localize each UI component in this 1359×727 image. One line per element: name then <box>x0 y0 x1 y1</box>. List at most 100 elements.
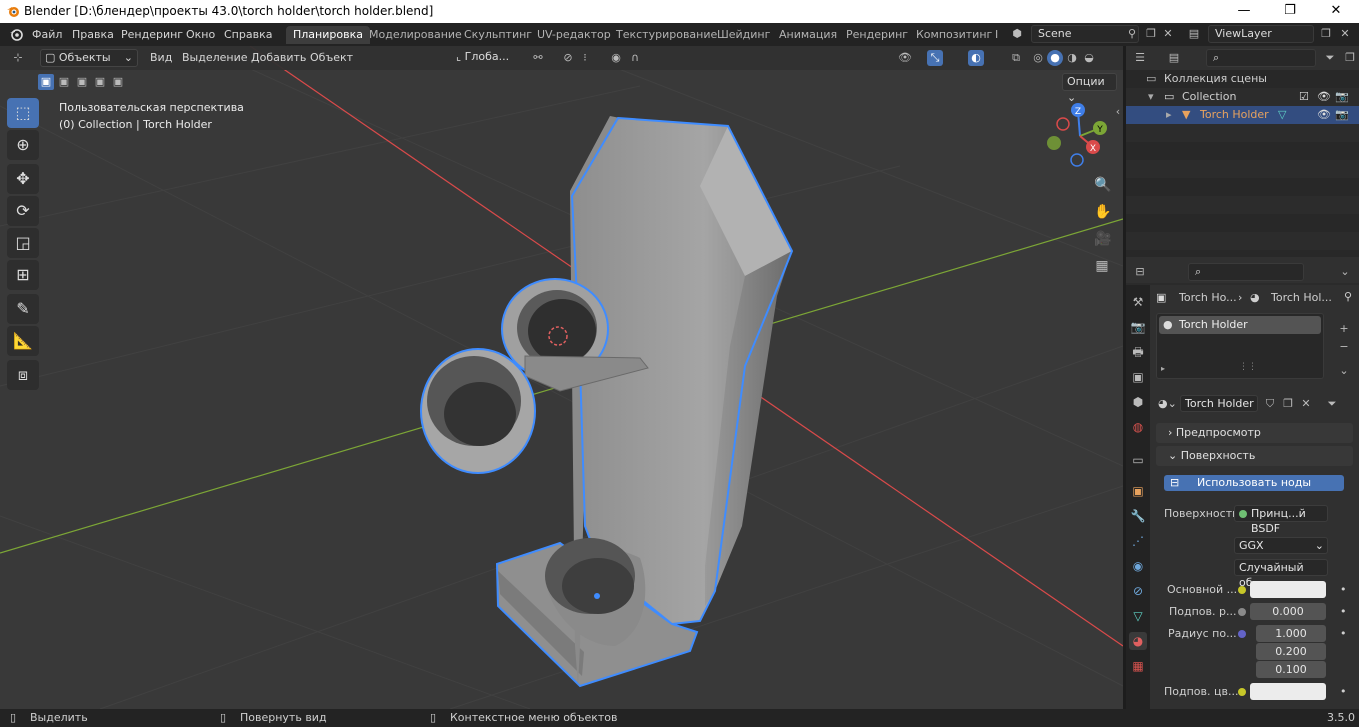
viewport-3d[interactable]: Z Y X ⊹ ▢ Объекты ⌄ Вид Выделение Добавит… <box>0 46 1123 709</box>
material-slot-item[interactable]: ● Torch Holder <box>1159 316 1321 334</box>
maximize-button[interactable]: ❐ <box>1267 0 1313 23</box>
shading-wireframe-icon[interactable]: ◎ <box>1030 50 1046 66</box>
tab-scene-icon[interactable]: ⬢ <box>1129 393 1147 411</box>
minimize-button[interactable]: — <box>1221 0 1267 23</box>
collection-visibility-icon[interactable]: 👁 <box>1317 88 1331 106</box>
mesh-data-icon[interactable]: ▽ <box>1278 106 1286 124</box>
tab-tool-icon[interactable]: ⚒ <box>1129 293 1147 311</box>
zoom-icon[interactable]: 🔍 <box>1094 177 1111 193</box>
panel-preview[interactable]: › Предпросмотр <box>1156 423 1353 443</box>
ortho-grid-icon[interactable]: ▦ <box>1094 258 1110 274</box>
overlays-icon[interactable]: ◐ <box>968 50 984 66</box>
tab-data-icon[interactable]: ▽ <box>1129 607 1147 625</box>
outliner-scene-collection[interactable]: ▭ Коллекция сцены <box>1126 70 1359 88</box>
menu-window[interactable]: Окно <box>186 28 215 41</box>
measure-tool[interactable]: 📐 <box>7 326 39 356</box>
mode-selector[interactable]: ▢ Объекты ⌄ <box>40 49 138 67</box>
new-view-layer-icon[interactable]: ❐ <box>1318 26 1334 42</box>
panel-surface[interactable]: ⌄ Поверхность <box>1156 446 1353 466</box>
new-scene-icon[interactable]: ❐ <box>1143 26 1159 42</box>
orientation-selector[interactable]: ⌞ Глоба... <box>452 49 522 67</box>
xray-icon[interactable]: ⧉ <box>1008 50 1024 66</box>
add-cube-tool[interactable]: ⧈ <box>7 360 39 390</box>
subsurface-color-keyframe-icon[interactable]: • <box>1340 685 1347 698</box>
properties-search-input[interactable]: ⌕ <box>1188 263 1304 281</box>
editor-type-icon[interactable]: ⊹ <box>10 50 26 66</box>
tab-uv-editing[interactable]: UV-редактор <box>530 26 618 44</box>
menu-object[interactable]: Объект <box>310 49 353 67</box>
annotate-tool[interactable]: ✎ <box>7 294 39 324</box>
snap-icon[interactable]: ⊘ <box>560 50 576 66</box>
menu-help[interactable]: Справка <box>224 28 272 41</box>
remove-slot-icon[interactable]: − <box>1336 339 1352 355</box>
tab-material-icon[interactable]: ◕ <box>1129 632 1147 650</box>
radius-socket-icon[interactable] <box>1238 630 1246 638</box>
shading-solid-icon[interactable]: ● <box>1047 50 1063 66</box>
tab-compositing[interactable]: Композитинг <box>909 26 999 44</box>
new-collection-icon[interactable]: ❐ <box>1342 50 1358 66</box>
view-layer-selector[interactable]: ViewLayer <box>1208 25 1314 43</box>
outliner-editor-icon[interactable]: ☰ <box>1132 50 1148 66</box>
view-layer-icon[interactable]: ▤ <box>1186 26 1202 42</box>
pin-icon[interactable]: ⚲ <box>1124 26 1140 42</box>
menu-select[interactable]: Выделение <box>182 49 248 67</box>
add-slot-icon[interactable]: + <box>1336 321 1352 337</box>
cursor-tool[interactable]: ⊕ <box>7 130 39 160</box>
move-tool[interactable]: ✥ <box>7 164 39 194</box>
tab-layout[interactable]: Планировка <box>286 26 370 44</box>
menu-edit[interactable]: Правка <box>72 28 114 41</box>
outliner-object-torch-holder[interactable]: ▸ ▼ Torch Holder ▽ 👁 📷 <box>1126 106 1359 124</box>
slot-specials-icon[interactable]: ⌄ <box>1336 363 1352 379</box>
subsurface-method-dropdown[interactable]: Случайный об...⌄ <box>1234 559 1328 589</box>
object-render-icon[interactable]: 📷 <box>1335 106 1349 124</box>
shading-rendered-icon[interactable]: ◒ <box>1081 50 1097 66</box>
filter-icon[interactable]: ⏷ <box>1322 50 1338 66</box>
tab-texture-paint[interactable]: Текстурирование <box>609 26 724 44</box>
tab-modifiers-icon[interactable]: 🔧 <box>1129 507 1147 525</box>
tab-collection-icon[interactable]: ▭ <box>1129 451 1147 469</box>
delete-view-layer-icon[interactable]: ✕ <box>1337 26 1353 42</box>
subsurface-color-socket-icon[interactable] <box>1238 688 1246 696</box>
tab-particles-icon[interactable]: ⋰ <box>1129 532 1147 550</box>
proportional-edit-icon[interactable]: ◉ <box>608 50 624 66</box>
subsurface-color-swatch[interactable] <box>1250 683 1326 700</box>
tab-world-icon[interactable]: ◍ <box>1129 418 1147 436</box>
transform-tool[interactable]: ⊞ <box>7 260 39 290</box>
menu-file[interactable]: Файл <box>32 28 62 41</box>
scene-selector[interactable]: Scene <box>1031 25 1139 43</box>
pin-icon[interactable]: ⚲ <box>1344 290 1352 303</box>
material-browse-icon[interactable]: ◕⌄ <box>1158 397 1177 410</box>
select-subtract-icon[interactable]: ▣ <box>74 74 90 90</box>
radius-keyframe-icon[interactable]: • <box>1340 627 1347 640</box>
material-name-field[interactable]: Torch Holder <box>1180 395 1258 412</box>
fake-user-icon[interactable]: ⛉ <box>1262 396 1278 412</box>
rotate-tool[interactable]: ⟳ <box>7 196 39 226</box>
base-color-socket-icon[interactable] <box>1238 586 1246 594</box>
close-button[interactable]: ✕ <box>1313 0 1359 23</box>
duplicate-material-icon[interactable]: ❐ <box>1280 396 1296 412</box>
subsurface-keyframe-icon[interactable]: • <box>1340 605 1347 618</box>
sidebar-toggle-icon[interactable]: ‹ <box>1110 104 1123 120</box>
select-intersect-icon[interactable]: ▣ <box>110 74 126 90</box>
collection-expand-icon[interactable]: ▾ <box>1148 88 1154 106</box>
menu-render[interactable]: Рендеринг <box>121 28 183 41</box>
slot-expand-icon[interactable]: ▸ <box>1161 364 1165 373</box>
distribution-dropdown[interactable]: GGX ⌄ <box>1234 537 1328 554</box>
base-color-keyframe-icon[interactable]: • <box>1340 583 1347 596</box>
radius-z-field[interactable]: 0.100 <box>1256 661 1326 678</box>
tab-rendering[interactable]: Рендеринг <box>839 26 915 44</box>
pivot-icon[interactable]: ⚯ <box>530 50 546 66</box>
base-color-swatch[interactable] <box>1250 581 1326 598</box>
radius-x-field[interactable]: 1.000 <box>1256 625 1326 642</box>
slot-resize-handle[interactable]: ⋮⋮ <box>1239 362 1257 372</box>
select-extend-icon[interactable]: ▣ <box>56 74 72 90</box>
tab-constraints-icon[interactable]: ⊘ <box>1129 582 1147 600</box>
select-new-icon[interactable]: ▣ <box>38 74 54 90</box>
snap-target-icon[interactable]: ⁝ <box>577 50 593 66</box>
outliner-search-input[interactable]: ⌕ <box>1206 49 1316 67</box>
radius-y-field[interactable]: 0.200 <box>1256 643 1326 660</box>
camera-view-icon[interactable]: 🎥 <box>1094 231 1111 247</box>
subsurface-field[interactable]: 0.000 <box>1250 603 1326 620</box>
use-nodes-button[interactable]: ⊟ Использовать ноды <box>1164 475 1344 491</box>
outliner-collection[interactable]: ▾ ▭ Collection ☑ 👁 📷 <box>1126 88 1359 106</box>
